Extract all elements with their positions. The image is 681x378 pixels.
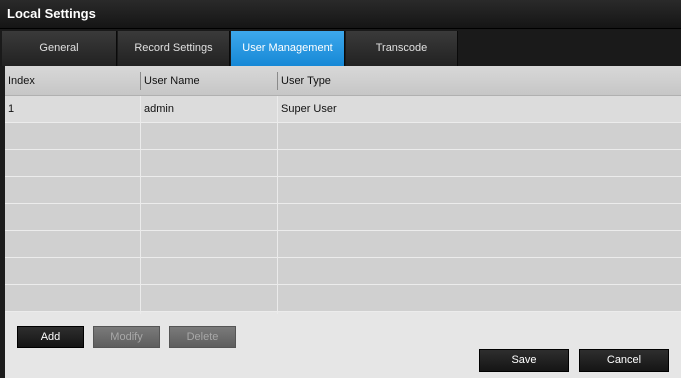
window-title: Local Settings xyxy=(7,6,96,21)
tab-bar: General Record Settings User Management … xyxy=(0,29,681,66)
cell-index: 1 xyxy=(8,103,15,115)
user-management-panel: Index User Name User Type 1 admin Super … xyxy=(5,66,681,378)
table-row[interactable]: 1 admin Super User xyxy=(5,96,681,123)
column-divider xyxy=(277,96,278,314)
tab-general[interactable]: General xyxy=(2,31,117,66)
column-header-user-name[interactable]: User Name xyxy=(140,72,277,90)
cell-user-name: admin xyxy=(144,103,174,115)
column-header-index[interactable]: Index xyxy=(5,66,140,96)
user-table: Index User Name User Type 1 admin Super … xyxy=(5,66,681,314)
save-button[interactable]: Save xyxy=(479,349,569,372)
table-row-empty xyxy=(5,150,681,177)
cancel-button[interactable]: Cancel xyxy=(579,349,669,372)
tab-user-management[interactable]: User Management xyxy=(231,31,345,66)
table-row-empty xyxy=(5,285,681,312)
table-row-empty xyxy=(5,177,681,204)
table-row-empty xyxy=(5,231,681,258)
table-row-empty xyxy=(5,123,681,150)
cell-user-type: Super User xyxy=(281,103,337,115)
add-button[interactable]: Add xyxy=(17,326,84,348)
title-bar: Local Settings xyxy=(0,0,681,29)
table-row-empty xyxy=(5,258,681,285)
column-header-user-type[interactable]: User Type xyxy=(277,72,681,90)
table-row-empty xyxy=(5,204,681,231)
local-settings-window: Local Settings General Record Settings U… xyxy=(0,0,681,378)
table-header: Index User Name User Type xyxy=(5,66,681,96)
tab-transcode[interactable]: Transcode xyxy=(346,31,458,66)
modify-button[interactable]: Modify xyxy=(93,326,160,348)
delete-button[interactable]: Delete xyxy=(169,326,236,348)
tab-record-settings[interactable]: Record Settings xyxy=(118,31,230,66)
column-divider xyxy=(140,96,141,314)
